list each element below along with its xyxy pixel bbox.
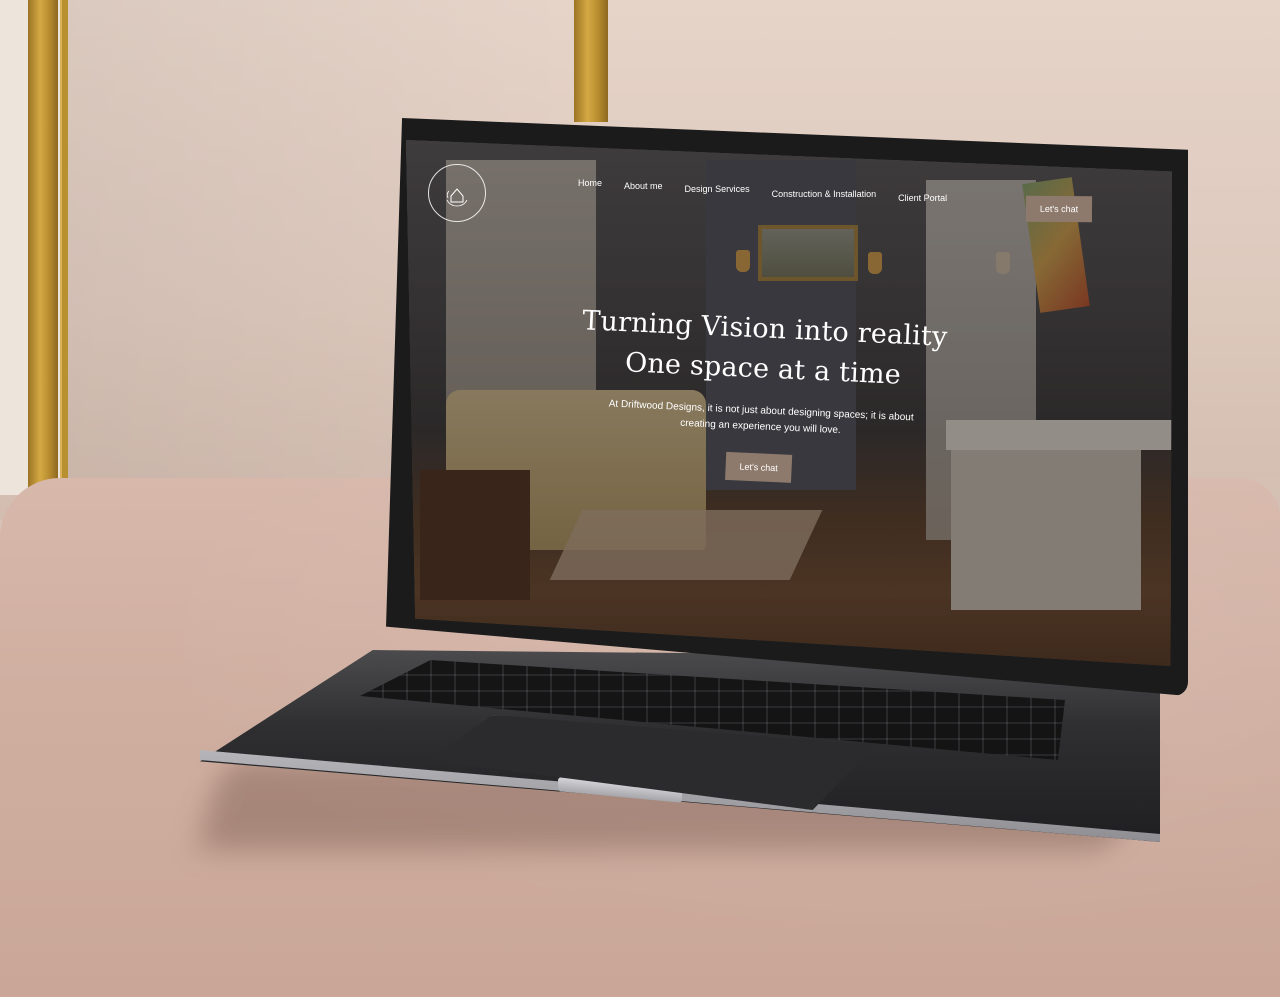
nav-home[interactable]: Home — [578, 178, 602, 188]
gold-frame-edge-left — [28, 0, 58, 495]
main-nav: Home About me Design Services Constructi… — [578, 178, 947, 203]
laptop-screen: Home About me Design Services Constructi… — [406, 140, 1172, 666]
house-wreath-logo-icon — [446, 188, 468, 207]
hero-section: Turning Vision into reality One space at… — [548, 300, 975, 491]
nav-construction-installation[interactable]: Construction & Installation — [772, 189, 877, 199]
nav-about-me[interactable]: About me — [624, 181, 663, 191]
site-logo[interactable] — [428, 164, 486, 222]
lets-chat-header-button[interactable]: Let's chat — [1025, 195, 1093, 223]
nav-client-portal[interactable]: Client Portal — [898, 193, 947, 203]
hero-title-line2: One space at a time — [624, 347, 902, 391]
lets-chat-hero-button[interactable]: Let's chat — [725, 451, 793, 483]
nav-design-services[interactable]: Design Services — [685, 184, 750, 194]
hero-subtitle: At Driftwood Designs, it is not just abo… — [608, 398, 914, 437]
gold-frame-edge-right — [574, 0, 608, 122]
